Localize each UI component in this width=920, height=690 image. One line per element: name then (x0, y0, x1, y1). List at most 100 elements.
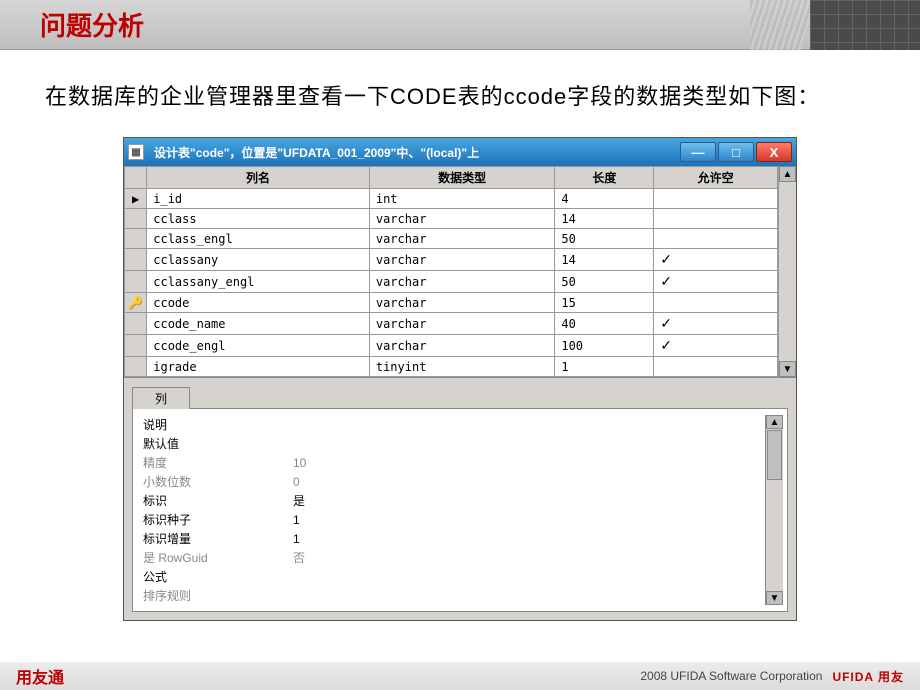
row-marker (125, 335, 147, 357)
cell-allow-null[interactable] (654, 189, 778, 209)
scroll-up-icon[interactable]: ▲ (779, 166, 796, 182)
cell-allow-null[interactable]: ✓ (654, 313, 778, 335)
cell-length[interactable]: 15 (555, 293, 654, 313)
table-row[interactable]: 🔑ccodevarchar15 (125, 293, 778, 313)
cell-column-name[interactable]: cclassany (147, 249, 370, 271)
cell-column-name[interactable]: i_id (147, 189, 370, 209)
props-scroll-up-icon[interactable]: ▲ (766, 415, 783, 429)
property-label: 标识 (137, 491, 287, 510)
property-label: 标识种子 (137, 510, 287, 529)
property-value[interactable]: 1 (287, 529, 765, 548)
table-row[interactable]: cclassvarchar14 (125, 209, 778, 229)
cell-length[interactable]: 40 (555, 313, 654, 335)
cell-length[interactable]: 14 (555, 209, 654, 229)
cell-data-type[interactable]: varchar (369, 293, 555, 313)
cell-allow-null[interactable] (654, 293, 778, 313)
slide-footer: 用友通 2008 UFIDA Software Corporation UFID… (0, 662, 920, 690)
cell-length[interactable]: 50 (555, 229, 654, 249)
close-button[interactable]: X (756, 142, 792, 162)
cell-column-name[interactable]: ccode (147, 293, 370, 313)
cell-column-name[interactable]: cclassany_engl (147, 271, 370, 293)
minimize-button[interactable]: — (680, 142, 716, 162)
cell-data-type[interactable]: varchar (369, 313, 555, 335)
property-value[interactable]: 0 (287, 472, 765, 491)
cell-length[interactable]: 14 (555, 249, 654, 271)
footer-brand: UFIDA 用友 (832, 668, 904, 685)
property-label: 是 RowGuid (137, 548, 287, 567)
properties-table[interactable]: 说明默认值精度10小数位数0标识是标识种子1标识增量1是 RowGuid否公式排… (137, 415, 765, 605)
property-row[interactable]: 标识是 (137, 491, 765, 510)
property-row[interactable]: 公式 (137, 567, 765, 586)
col-header-null[interactable]: 允许空 (654, 167, 778, 189)
cell-column-name[interactable]: cclass (147, 209, 370, 229)
check-icon: ✓ (660, 337, 672, 353)
props-scroll-down-icon[interactable]: ▼ (766, 591, 783, 605)
cell-length[interactable]: 1 (555, 357, 654, 377)
cell-length[interactable]: 4 (555, 189, 654, 209)
properties-tab-column[interactable]: 列 (132, 387, 190, 409)
table-row[interactable]: ▶i_idint4 (125, 189, 778, 209)
property-row[interactable]: 说明 (137, 415, 765, 434)
cell-data-type[interactable]: varchar (369, 249, 555, 271)
table-row[interactable]: cclassany_englvarchar50✓ (125, 271, 778, 293)
property-value[interactable] (287, 586, 765, 605)
property-row[interactable]: 精度10 (137, 453, 765, 472)
row-marker (125, 249, 147, 271)
cell-allow-null[interactable]: ✓ (654, 271, 778, 293)
cell-allow-null[interactable]: ✓ (654, 335, 778, 357)
property-value[interactable] (287, 434, 765, 453)
cell-length[interactable]: 50 (555, 271, 654, 293)
property-value[interactable]: 10 (287, 453, 765, 472)
row-marker (125, 313, 147, 335)
properties-scrollbar[interactable]: ▲ ▼ (765, 415, 783, 605)
description-text: 在数据库的企业管理器里查看一下CODE表的ccode字段的数据类型如下图： (0, 50, 920, 115)
cell-column-name[interactable]: cclass_engl (147, 229, 370, 249)
maximize-button[interactable]: □ (718, 142, 754, 162)
columns-grid[interactable]: 列名 数据类型 长度 允许空 ▶i_idint4cclassvarchar14c… (124, 166, 778, 377)
window-title-bar[interactable]: ▦ 设计表"code"，位置是"UFDATA_001_2009"中、"(loca… (124, 138, 796, 166)
cell-column-name[interactable]: igrade (147, 357, 370, 377)
cell-data-type[interactable]: int (369, 189, 555, 209)
property-value[interactable]: 1 (287, 510, 765, 529)
cell-data-type[interactable]: tinyint (369, 357, 555, 377)
property-row[interactable]: 是 RowGuid否 (137, 548, 765, 567)
col-header-type[interactable]: 数据类型 (369, 167, 555, 189)
table-icon: ▦ (128, 144, 144, 160)
cell-column-name[interactable]: ccode_name (147, 313, 370, 335)
property-row[interactable]: 标识增量1 (137, 529, 765, 548)
col-header-len[interactable]: 长度 (555, 167, 654, 189)
cell-length[interactable]: 100 (555, 335, 654, 357)
scroll-down-icon[interactable]: ▼ (779, 361, 796, 377)
table-row[interactable]: igradetinyint1 (125, 357, 778, 377)
cell-data-type[interactable]: varchar (369, 209, 555, 229)
slide-title: 问题分析 (40, 6, 144, 43)
table-row[interactable]: cclassanyvarchar14 ✓ (125, 249, 778, 271)
window-buttons: — □ X (680, 142, 792, 162)
check-icon: ✓ (660, 251, 672, 267)
cell-data-type[interactable]: varchar (369, 271, 555, 293)
cell-allow-null[interactable] (654, 229, 778, 249)
col-header-name[interactable]: 列名 (147, 167, 370, 189)
cell-column-name[interactable]: ccode_engl (147, 335, 370, 357)
row-marker: ▶ (125, 189, 147, 209)
property-row[interactable]: 标识种子1 (137, 510, 765, 529)
scrollbar-thumb[interactable] (767, 430, 782, 480)
property-value[interactable] (287, 415, 765, 434)
cell-allow-null[interactable] (654, 357, 778, 377)
cell-allow-null[interactable]: ✓ (654, 249, 778, 271)
property-row[interactable]: 默认值 (137, 434, 765, 453)
property-value[interactable]: 否 (287, 548, 765, 567)
table-row[interactable]: cclass_englvarchar50 (125, 229, 778, 249)
table-row[interactable]: ccode_englvarchar100 ✓ (125, 335, 778, 357)
property-value[interactable] (287, 567, 765, 586)
cell-data-type[interactable]: varchar (369, 335, 555, 357)
property-row[interactable]: 小数位数0 (137, 472, 765, 491)
property-row[interactable]: 排序规则 (137, 586, 765, 605)
footer-logo-left: 用友通 (16, 664, 64, 688)
grid-scrollbar[interactable]: ▲ ▼ (778, 166, 796, 377)
header-decoration (750, 0, 920, 50)
property-value[interactable]: 是 (287, 491, 765, 510)
cell-allow-null[interactable] (654, 209, 778, 229)
cell-data-type[interactable]: varchar (369, 229, 555, 249)
table-row[interactable]: ccode_namevarchar40✓ (125, 313, 778, 335)
